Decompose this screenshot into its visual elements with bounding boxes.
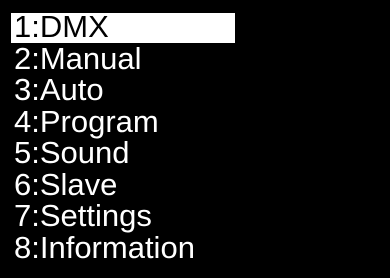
menu-item-label: 8:Information <box>14 229 195 265</box>
menu-item-label: 4:Program <box>14 103 159 139</box>
menu-item-label: 3:Auto <box>14 72 104 107</box>
menu-item-label: 6:Slave <box>14 166 118 202</box>
menu-item-slave[interactable]: 6:Slave <box>0 166 390 202</box>
menu-item-label: 5:Sound <box>14 135 130 170</box>
menu-item-dmx[interactable]: 1:DMX <box>0 11 390 43</box>
menu-item-label: 2:Manual <box>14 40 142 76</box>
menu-item-program[interactable]: 4:Program <box>0 103 390 139</box>
main-menu: 1:DMX 2:Manual 3:Auto 4:Program 5:Sound … <box>0 11 390 263</box>
menu-item-auto[interactable]: 3:Auto <box>0 74 390 106</box>
menu-item-label: 1:DMX <box>14 9 109 44</box>
lcd-menu-screen: 1:DMX 2:Manual 3:Auto 4:Program 5:Sound … <box>0 0 390 278</box>
menu-item-settings[interactable]: 7:Settings <box>0 200 390 232</box>
menu-item-information[interactable]: 8:Information <box>0 229 390 265</box>
menu-item-sound[interactable]: 5:Sound <box>0 137 390 169</box>
menu-item-manual[interactable]: 2:Manual <box>0 40 390 76</box>
menu-item-label: 7:Settings <box>14 198 152 233</box>
